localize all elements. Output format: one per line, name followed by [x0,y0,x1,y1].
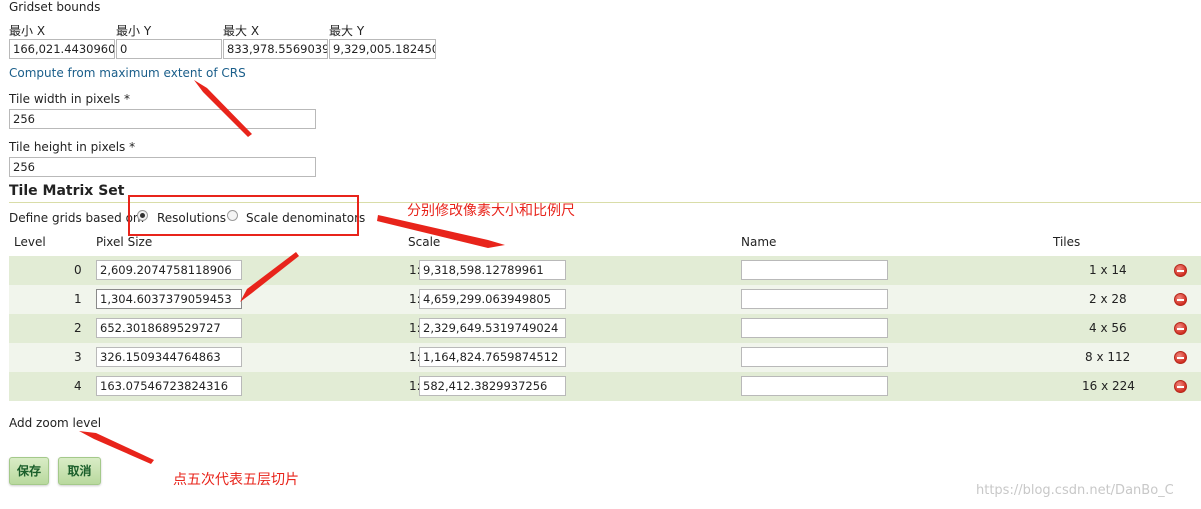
note-modify-annotation: 分别修改像素大小和比例尺 [407,203,575,219]
annotation-overlay [79,80,505,464]
resolutions-highlight-box [128,195,359,236]
compute-link-arrow [194,80,252,137]
note-click-annotation: 点五次代表五层切片 [173,472,299,488]
add-zoom-arrow [79,431,154,464]
pixel-size-arrow [240,252,299,302]
watermark: https://blog.csdn.net/DanBo_C [976,483,1174,498]
